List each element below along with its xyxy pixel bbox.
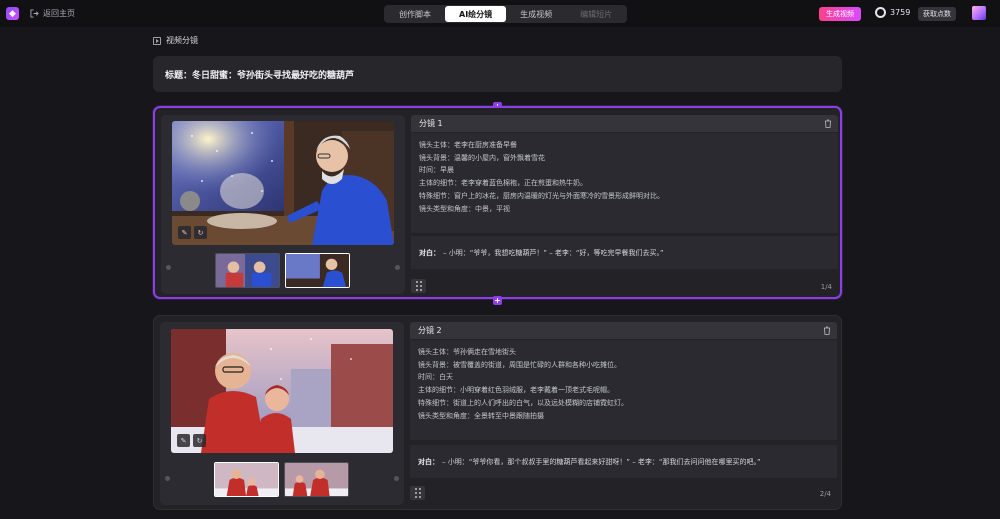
insert-shot-button[interactable]: + [493,296,502,305]
shot-line: 时间：早晨 [419,166,454,175]
thumbnail-strip-1 [215,253,350,288]
thumbnail-1a[interactable] [215,253,280,288]
carousel-next[interactable] [394,476,399,481]
exit-icon [30,9,39,18]
shot-card-1[interactable]: ✎ ↻ 分镜 1 镜头主体：老李在厨房准备早餐 镜头背景：温馨的小屋内，窗外飘着… [153,106,842,299]
edit-image-icon[interactable]: ✎ [178,226,191,239]
shot-pager-1: 1/4 [820,283,832,291]
shot-header-2: 分镜 2 [410,322,837,339]
shot-line: 主体的细节：老李穿着蓝色棉袍，正在煎蛋和热牛奶。 [419,179,587,188]
carousel-prev[interactable] [165,476,170,481]
tab-generate-video[interactable]: 生成视频 [506,6,566,22]
trash-icon[interactable] [823,326,831,335]
carousel-next[interactable] [395,265,400,270]
dialog-text: – 小明：“爷爷，我想吃糖葫芦！” – 老李：“好，等吃完早餐我们去买。” [443,248,664,257]
regenerate-icon[interactable]: ↻ [193,434,206,447]
drag-handle-icon[interactable] [411,279,426,293]
shot-pager-2: 2/4 [819,490,831,498]
shot-line: 特殊细节：窗户上的冰花，厨房内温暖的灯光与外面寒冷的雪景形成鲜明对比。 [419,191,664,200]
back-home-label: 返回主页 [43,9,75,18]
workflow-tabs: 创作脚本 AI绘分镜 生成视频 编辑短片 [384,5,628,23]
edit-image-icon[interactable]: ✎ [177,434,190,447]
back-home-link[interactable]: 返回主页 [30,8,75,19]
shot-preview-2: ✎ ↻ [160,322,404,505]
section-title: 视频分镜 [166,36,198,45]
top-bar: ◆ 返回主页 创作脚本 AI绘分镜 生成视频 编辑短片 生成视频 3759 获取… [0,0,1000,27]
shot-line: 镜头背景：被雪覆盖的街道，周围是忙碌的人群和各种小吃摊位。 [418,360,621,369]
shot-line: 时间：白天 [418,373,453,382]
tab-script[interactable]: 创作脚本 [385,6,445,22]
regenerate-icon[interactable]: ↻ [194,226,207,239]
thumbnail-2b[interactable] [284,462,349,497]
shot-label-1: 分镜 1 [419,119,443,128]
shot-line: 镜头类型和角度：全景转至中景跟随拍摄 [418,411,544,420]
shot-line: 镜头背景：温馨的小屋内，窗外飘着雪花 [419,153,545,162]
drag-handle-icon[interactable] [410,486,425,500]
thumbnail-strip-2 [214,462,349,497]
video-icon [153,36,161,45]
shot-dialog-1[interactable]: 对白： – 小明：“爷爷，我想吃糖葫芦！” – 老李：“好，等吃完早餐我们去买。… [411,236,838,269]
dialog-text: – 小明：“爷爷你看，那个叔叔手里的糖葫芦看起来好甜呀！” – 老李：“那我们去… [442,457,761,466]
shot-image-2[interactable]: ✎ ↻ [171,329,393,453]
image-tools-1: ✎ ↻ [178,226,207,239]
coin-icon [875,7,886,18]
shot-details-2[interactable]: 镜头主体：爷孙俩走在雪地街头 镜头背景：被雪覆盖的街道，周围是忙碌的人群和各种小… [410,340,837,440]
shot-dialog-2[interactable]: 对白： – 小明：“爷爷你看，那个叔叔手里的糖葫芦看起来好甜呀！” – 老李：“… [410,445,837,478]
shot-line: 镜头主体：爷孙俩走在雪地街头 [418,348,516,356]
shot-description-1: 分镜 1 镜头主体：老李在厨房准备早餐 镜头背景：温馨的小屋内，窗外飘着雪花 时… [411,115,838,294]
app-logo[interactable]: ◆ [6,7,19,20]
shot-card-2[interactable]: ✎ ↻ 分镜 2 镜头主体：爷孙俩走在雪地街头 镜头背景：被雪覆盖的街道，周围是… [153,315,842,510]
video-title-bar[interactable]: 标题：冬日甜蜜：爷孙街头寻找最好吃的糖葫芦 [153,56,842,92]
shot-label-2: 分镜 2 [418,326,442,335]
dialog-label: 对白： [419,248,440,257]
section-heading: 视频分镜 [153,35,198,46]
credits-display: 3759 [875,7,910,18]
shot-image-1[interactable]: ✎ ↻ [172,121,394,245]
shot-line: 主体的细节：小明穿着红色羽绒服，老李戴着一顶老式毛呢帽。 [418,386,614,395]
user-avatar[interactable] [972,6,986,20]
shot-description-2: 分镜 2 镜头主体：爷孙俩走在雪地街头 镜头背景：被雪覆盖的街道，周围是忙碌的人… [410,322,837,505]
carousel-prev[interactable] [166,265,171,270]
get-points-button[interactable]: 获取点数 [918,7,956,21]
video-title: 标题：冬日甜蜜：爷孙街头寻找最好吃的糖葫芦 [165,70,355,81]
tab-edit-short: 编辑短片 [580,9,613,19]
trash-icon[interactable] [824,119,832,128]
dialog-label: 对白： [418,457,439,466]
generate-video-button[interactable]: 生成视频 [819,7,861,21]
thumbnail-2a[interactable] [214,462,279,497]
shot-line: 特殊细节：街道上的人们呼出的白气，以及远处模糊的店铺霓虹灯。 [418,398,628,407]
shot-line: 镜头类型和角度：中景，平视 [419,204,510,213]
image-tools-2: ✎ ↻ [177,434,206,447]
shot-details-1[interactable]: 镜头主体：老李在厨房准备早餐 镜头背景：温馨的小屋内，窗外飘着雪花 时间：早晨 … [411,133,838,233]
shot-header-1: 分镜 1 [411,115,838,132]
shot-preview-1: ✎ ↻ [161,115,405,294]
thumbnail-1b[interactable] [285,253,350,288]
shot-line: 镜头主体：老李在厨房准备早餐 [419,141,517,149]
credits-count: 3759 [890,8,911,17]
tab-storyboard[interactable]: AI绘分镜 [445,6,507,22]
